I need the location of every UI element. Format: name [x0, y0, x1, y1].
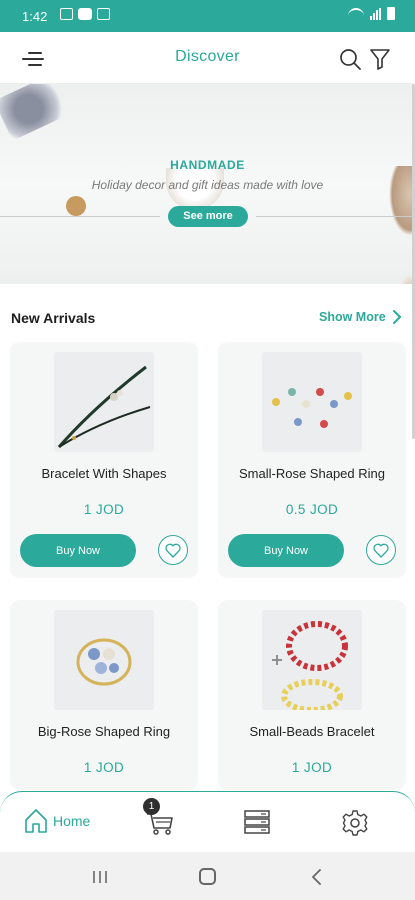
heart-icon	[165, 543, 181, 558]
product-name: Small-Rose Shaped Ring	[239, 466, 385, 481]
bottom-navigation: Home 1	[0, 791, 415, 852]
nav-home[interactable]: Home	[24, 808, 90, 834]
gallery-notification-icon	[60, 8, 73, 20]
promo-banner[interactable]: HANDMADE Holiday decor and gift ideas ma…	[0, 84, 415, 284]
server-list-icon[interactable]	[243, 809, 271, 835]
product-card[interactable]: Small-Rose Shaped Ring 0.5 JOD Buy Now	[218, 342, 406, 578]
status-bar: 1:42	[0, 0, 415, 32]
system-home-icon[interactable]	[199, 868, 216, 885]
product-name: Big-Rose Shaped Ring	[37, 724, 171, 739]
product-price: 0.5 JOD	[285, 502, 339, 517]
product-price: 1 JOD	[291, 760, 333, 775]
banner-tagline: Holiday decor and gift ideas made with l…	[91, 178, 324, 192]
system-navigation-bar	[0, 852, 415, 900]
buy-now-button[interactable]: Buy Now	[228, 534, 344, 567]
show-more-label: Show More	[319, 310, 386, 324]
recents-icon[interactable]	[92, 870, 108, 884]
product-price: 1 JOD	[83, 502, 125, 517]
youtube-notification-icon	[78, 8, 92, 20]
product-price: 1 JOD	[83, 760, 125, 775]
buy-now-button[interactable]: Buy Now	[20, 534, 136, 567]
banner-decor-cork	[66, 196, 86, 216]
see-more-button[interactable]: See more	[168, 206, 248, 227]
show-more-link[interactable]: Show More	[319, 310, 402, 324]
product-image-bracelet-with-shapes[interactable]	[54, 352, 154, 452]
status-time: 1:42	[22, 9, 48, 24]
product-image-big-rose-shaped-ring[interactable]	[54, 610, 154, 710]
banner-decor-jar	[0, 84, 77, 141]
chevron-right-icon	[392, 310, 401, 324]
product-card[interactable]: Small-Beads Bracelet 1 JOD	[218, 600, 406, 790]
back-icon[interactable]	[310, 869, 322, 885]
cart-count-badge: 1	[143, 798, 160, 815]
product-card[interactable]: Big-Rose Shaped Ring 1 JOD	[10, 600, 198, 790]
search-icon[interactable]	[339, 48, 361, 70]
settings-gear-icon[interactable]	[341, 809, 369, 837]
product-name: Small-Beads Bracelet	[249, 724, 375, 739]
banner-kicker: HANDMADE	[170, 158, 245, 172]
nav-home-label: Home	[53, 813, 91, 829]
filter-icon[interactable]	[369, 48, 391, 70]
favorite-button[interactable]	[366, 535, 396, 565]
app-notification-icon	[97, 8, 110, 20]
system-status-icons	[348, 7, 395, 20]
banner-divider-right	[256, 216, 415, 217]
product-image-small-beads-bracelet[interactable]	[262, 610, 362, 710]
product-card[interactable]: Bracelet With Shapes 1 JOD Buy Now	[10, 342, 198, 578]
product-name: Bracelet With Shapes	[41, 466, 167, 481]
banner-divider-left	[0, 216, 160, 217]
heart-icon	[373, 543, 389, 558]
battery-icon	[387, 7, 395, 20]
favorite-button[interactable]	[158, 535, 188, 565]
wifi-icon	[348, 8, 364, 20]
app-header: Discover	[0, 32, 415, 84]
notification-icons	[60, 8, 110, 20]
home-icon	[25, 809, 47, 833]
signal-icon	[370, 8, 381, 20]
product-image-small-rose-shaped-ring[interactable]	[262, 352, 362, 452]
section-title: New Arrivals	[11, 310, 96, 326]
